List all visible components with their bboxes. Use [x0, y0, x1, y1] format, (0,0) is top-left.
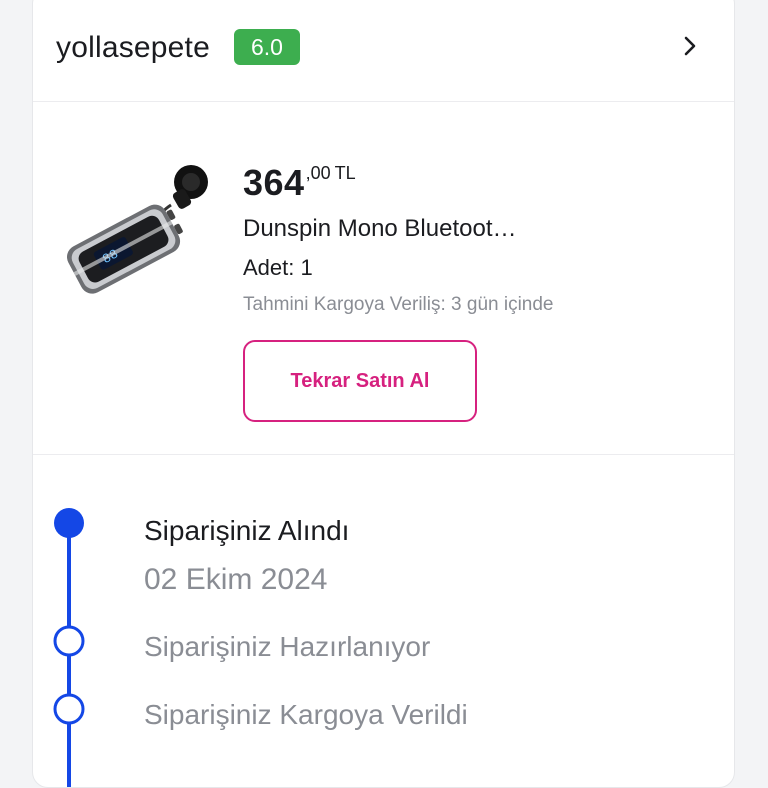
product-section: 88 364,00TL Dunspin Mono Bluetoot… Adet:… — [33, 102, 734, 455]
timeline-dot-pending-icon — [53, 693, 85, 725]
order-card: yollasepete 6.0 88 — [32, 0, 735, 788]
price-decimal: ,00 — [305, 163, 331, 183]
product-quantity: Adet: 1 — [243, 255, 313, 280]
timeline-step-preparing: Siparişiniz Hazırlanıyor — [144, 631, 431, 662]
price-currency: TL — [334, 163, 356, 183]
order-timeline: Siparişiniz Alındı 02 Ekim 2024 Siparişi… — [33, 455, 734, 787]
chevron-right-icon[interactable] — [677, 33, 703, 59]
timeline-step-received: Siparişiniz Alındı — [144, 515, 350, 546]
price: 364,00 TL — [243, 162, 356, 204]
timeline-dot-done-icon — [54, 508, 84, 538]
timeline-dot-pending-icon — [53, 625, 85, 657]
product-title[interactable]: Dunspin Mono Bluetoot… — [243, 215, 517, 243]
timeline-step-date: 02 Ekim 2024 — [144, 563, 328, 596]
buy-again-button[interactable]: Tekrar Satın Al — [243, 340, 477, 422]
timeline-track — [53, 508, 85, 787]
seller-name[interactable]: yollasepete — [56, 31, 210, 65]
shipping-estimate: Tahmini Kargoya Veriliş: 3 gün içinde — [243, 294, 554, 315]
timeline-step-shipped: Siparişiniz Kargoya Verildi — [144, 699, 468, 730]
earpiece-product-image[interactable]: 88 — [51, 160, 221, 310]
seller-row[interactable]: yollasepete 6.0 — [33, 1, 734, 102]
price-integer: 364 — [243, 162, 305, 203]
seller-score-badge: 6.0 — [234, 29, 300, 65]
